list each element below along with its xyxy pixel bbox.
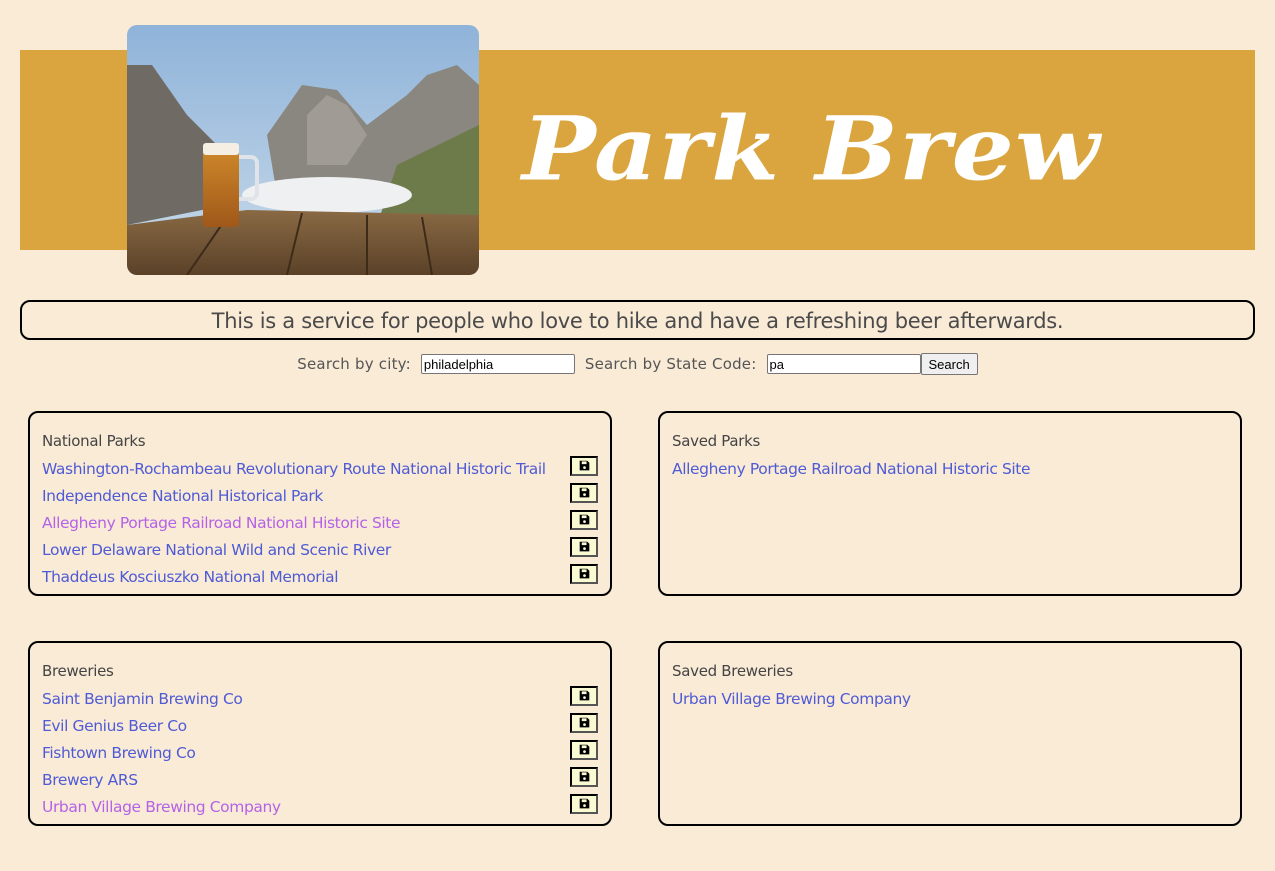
state-code-input[interactable] [766, 354, 921, 374]
floppy-disk-icon [579, 717, 589, 728]
list-item: Brewery ARS [42, 766, 598, 793]
list-item: Urban Village Brewing Company [42, 793, 598, 820]
save-brewery-button[interactable] [570, 739, 598, 760]
list-item: Urban Village Brewing Company [672, 685, 1228, 712]
list-item: Allegheny Portage Railroad National Hist… [672, 455, 1228, 482]
brewery-link[interactable]: Evil Genius Beer Co [42, 717, 187, 735]
panel-title: Saved Parks [672, 432, 761, 450]
list-item: Washington-Rochambeau Revolutionary Rout… [42, 455, 598, 482]
brewery-link[interactable]: Fishtown Brewing Co [42, 744, 196, 762]
list-item: Thaddeus Kosciuszko National Memorial [42, 563, 598, 590]
brewery-link[interactable]: Saint Benjamin Brewing Co [42, 690, 243, 708]
state-search-label: Search by State Code: [584, 355, 757, 373]
save-park-button[interactable] [570, 536, 598, 557]
floppy-disk-icon [579, 690, 589, 701]
park-link[interactable]: Lower Delaware National Wild and Scenic … [42, 541, 391, 559]
list-item: Lower Delaware National Wild and Scenic … [42, 536, 598, 563]
city-search-input[interactable] [420, 354, 575, 374]
national-parks-panel: National Parks Washington-Rochambeau Rev… [28, 411, 612, 596]
floppy-disk-icon [579, 460, 589, 471]
park-link[interactable]: Allegheny Portage Railroad National Hist… [42, 514, 401, 532]
city-search-label: Search by city: [297, 355, 411, 373]
saved-breweries-list: Urban Village Brewing Company [672, 685, 1228, 712]
breweries-list: Saint Benjamin Brewing Co Evil Genius Be… [42, 685, 598, 820]
save-park-button[interactable] [570, 482, 598, 503]
list-item: Independence National Historical Park [42, 482, 598, 509]
panel-title: National Parks [42, 432, 146, 450]
park-link[interactable]: Thaddeus Kosciuszko National Memorial [42, 568, 339, 586]
breweries-panel: Breweries Saint Benjamin Brewing Co Evil… [28, 641, 612, 826]
floppy-disk-icon [579, 514, 589, 525]
save-brewery-button[interactable] [570, 685, 598, 706]
save-brewery-button[interactable] [570, 766, 598, 787]
floppy-disk-icon [579, 744, 589, 755]
saved-parks-list: Allegheny Portage Railroad National Hist… [672, 455, 1228, 482]
saved-park-link[interactable]: Allegheny Portage Railroad National Hist… [672, 460, 1031, 478]
brewery-link[interactable]: Urban Village Brewing Company [42, 798, 281, 816]
saved-brewery-link[interactable]: Urban Village Brewing Company [672, 690, 911, 708]
save-brewery-button[interactable] [570, 712, 598, 733]
panel-title: Saved Breweries [672, 662, 793, 680]
site-title: Park Brew [522, 97, 1101, 202]
list-item: Allegheny Portage Railroad National Hist… [42, 509, 598, 536]
list-item: Saint Benjamin Brewing Co [42, 685, 598, 712]
saved-breweries-panel: Saved Breweries Urban Village Brewing Co… [658, 641, 1242, 826]
hero-image-illustration [127, 25, 479, 275]
panel-title: Breweries [42, 662, 114, 680]
page: Park Brew This is a service for people w… [0, 0, 1275, 871]
list-item: Evil Genius Beer Co [42, 712, 598, 739]
floppy-disk-icon [579, 568, 589, 579]
floppy-disk-icon [579, 487, 589, 498]
search-form: Search by city: Search by State Code: Se… [0, 352, 1275, 376]
parks-list: Washington-Rochambeau Revolutionary Rout… [42, 455, 598, 590]
save-park-button[interactable] [570, 509, 598, 530]
floppy-disk-icon [579, 541, 589, 552]
save-park-button[interactable] [570, 563, 598, 584]
list-item: Fishtown Brewing Co [42, 739, 598, 766]
search-button[interactable]: Search [920, 353, 978, 375]
floppy-disk-icon [579, 771, 589, 782]
park-link[interactable]: Washington-Rochambeau Revolutionary Rout… [42, 460, 546, 478]
hero-image [127, 25, 479, 275]
floppy-disk-icon [579, 798, 589, 809]
save-brewery-button[interactable] [570, 793, 598, 814]
saved-parks-panel: Saved Parks Allegheny Portage Railroad N… [658, 411, 1242, 596]
park-link[interactable]: Independence National Historical Park [42, 487, 323, 505]
save-park-button[interactable] [570, 455, 598, 476]
brewery-link[interactable]: Brewery ARS [42, 771, 138, 789]
tagline: This is a service for people who love to… [20, 300, 1255, 340]
